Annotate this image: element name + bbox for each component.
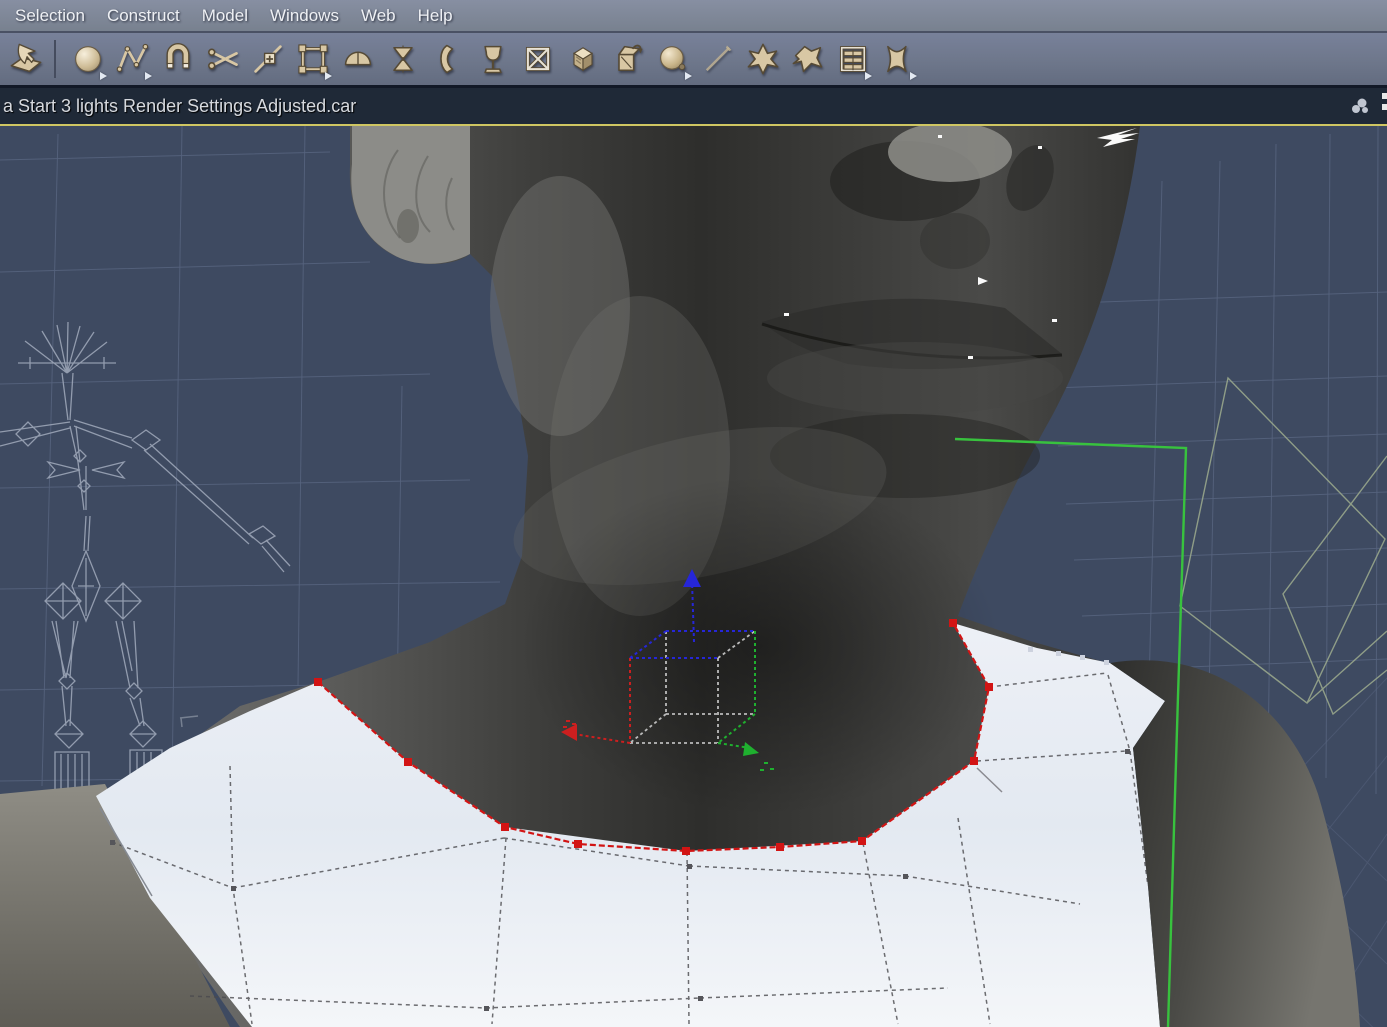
sphere-tool[interactable] (65, 35, 110, 83)
add-point-tool[interactable] (245, 35, 290, 83)
flyout-arrow-icon (325, 72, 332, 80)
menu-item-windows[interactable]: Windows (259, 0, 350, 31)
menu-item-web[interactable]: Web (350, 0, 407, 31)
menu-item-model[interactable]: Model (191, 0, 259, 31)
scissors-tool[interactable] (200, 35, 245, 83)
dome-tool[interactable] (335, 35, 380, 83)
menu-item-selection[interactable]: Selection (4, 0, 96, 31)
flyout-arrow-icon (100, 72, 107, 80)
toolbar-separator (54, 40, 56, 78)
magnet-tool[interactable] (155, 35, 200, 83)
lower-lip (767, 342, 1063, 414)
edge-ui-fragment (1382, 93, 1387, 119)
application-window: { "menu_bar": { "items": [ {"label": "Se… (0, 0, 1387, 1027)
menu-item-construct[interactable]: Construct (96, 0, 191, 31)
stack-tool[interactable] (830, 35, 875, 83)
menu-item-help[interactable]: Help (407, 0, 464, 31)
document-title-bar[interactable]: a Start 3 lights Render Settings Adjuste… (0, 88, 1387, 126)
flyout-arrow-icon (685, 72, 692, 80)
delete-face-tool[interactable] (515, 35, 560, 83)
document-bar-icon[interactable] (1347, 95, 1373, 122)
bend-tool[interactable] (875, 35, 920, 83)
flyout-arrow-icon (910, 72, 917, 80)
lathe-tool[interactable] (380, 35, 425, 83)
deform-b-tool[interactable] (785, 35, 830, 83)
marquee-select-tool[interactable] (290, 35, 335, 83)
deform-a-tool[interactable] (740, 35, 785, 83)
toolbar (0, 33, 1387, 88)
cube-tool[interactable] (560, 35, 605, 83)
goblet-tool[interactable] (470, 35, 515, 83)
sphere-of-attraction-tool[interactable] (650, 35, 695, 83)
selection-arrow-tool[interactable] (3, 35, 48, 83)
polyline-tool[interactable] (110, 35, 155, 83)
viewport-canvas[interactable] (0, 126, 1387, 1027)
document-title: a Start 3 lights Render Settings Adjuste… (3, 95, 357, 116)
flyout-arrow-icon (145, 72, 152, 80)
pen-tool[interactable] (695, 35, 740, 83)
flyout-arrow-icon (865, 72, 872, 80)
extrude-tool[interactable] (425, 35, 470, 83)
unfold-tool[interactable] (605, 35, 650, 83)
menu-bar: Selection Construct Model Windows Web He… (0, 0, 1387, 33)
